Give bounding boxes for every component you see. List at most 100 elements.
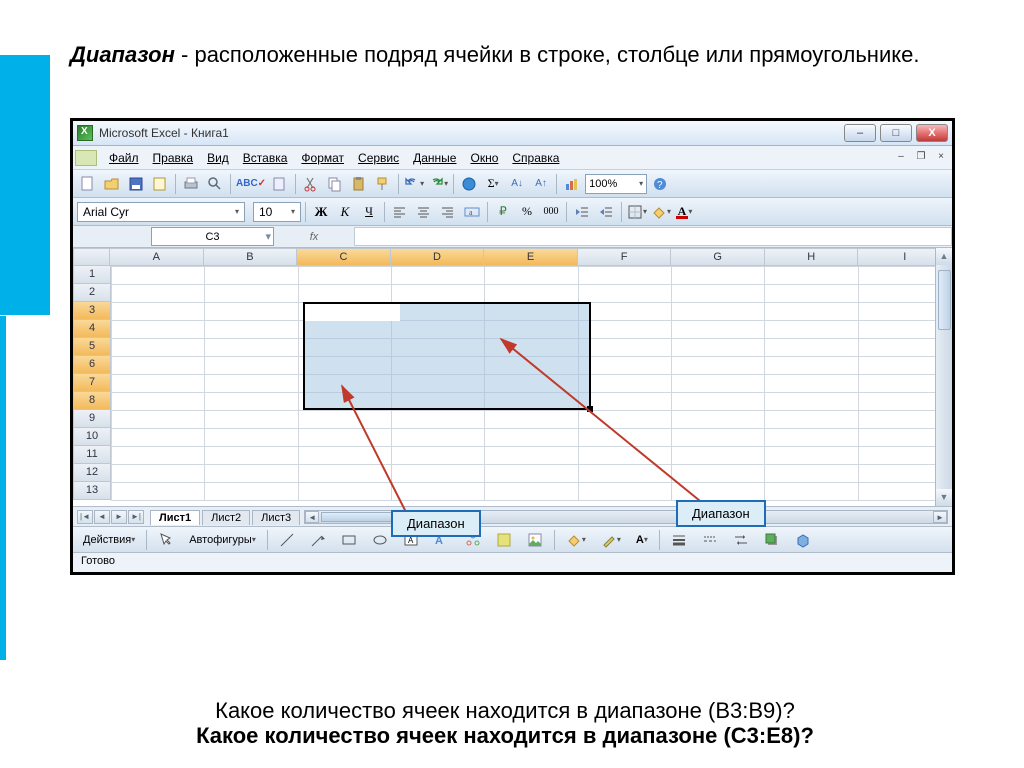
name-box[interactable]: C3▾ bbox=[151, 227, 274, 246]
line-button[interactable] bbox=[273, 530, 301, 550]
comma-button[interactable]: 000 bbox=[540, 201, 562, 223]
permissions-button[interactable] bbox=[149, 173, 171, 195]
new-button[interactable] bbox=[77, 173, 99, 195]
row-header-10[interactable]: 10 bbox=[73, 428, 111, 446]
sheet-tab-2[interactable]: Лист2 bbox=[202, 510, 250, 525]
help-button[interactable]: ? bbox=[649, 173, 671, 195]
menu-service[interactable]: Сервис bbox=[352, 149, 405, 167]
hyperlink-button[interactable] bbox=[458, 173, 480, 195]
line-color-button[interactable]: ▾ bbox=[595, 530, 627, 550]
hscroll-left[interactable]: ◄ bbox=[305, 511, 319, 523]
menu-insert[interactable]: Вставка bbox=[237, 149, 294, 167]
col-header-H[interactable]: H bbox=[765, 248, 859, 266]
save-button[interactable] bbox=[125, 173, 147, 195]
col-header-B[interactable]: B bbox=[204, 248, 298, 266]
arrow-button[interactable] bbox=[304, 530, 332, 550]
cut-button[interactable] bbox=[300, 173, 322, 195]
autoshapes-menu[interactable]: Автофигуры ▾ bbox=[183, 530, 262, 550]
col-header-E[interactable]: E bbox=[484, 248, 578, 266]
minimize-button[interactable]: – bbox=[844, 124, 876, 142]
row-header-8[interactable]: 8 bbox=[73, 392, 111, 410]
tab-nav-prev[interactable]: ◄ bbox=[94, 510, 110, 524]
scroll-up-button[interactable]: ▲ bbox=[936, 248, 952, 265]
font-size-combo[interactable]: 10▾ bbox=[253, 202, 301, 222]
print-preview-button[interactable] bbox=[204, 173, 226, 195]
row-header-3[interactable]: 3 bbox=[73, 302, 111, 320]
row-header-1[interactable]: 1 bbox=[73, 266, 111, 284]
underline-button[interactable]: Ч bbox=[358, 201, 380, 223]
zoom-combo[interactable]: 100%▾ bbox=[585, 174, 647, 194]
tab-nav-first[interactable]: |◄ bbox=[77, 510, 93, 524]
row-headers[interactable]: 12345678910111213 bbox=[73, 266, 111, 501]
select-objects-button[interactable] bbox=[152, 530, 180, 550]
fill-color-draw[interactable]: ▾ bbox=[560, 530, 592, 550]
vertical-scrollbar[interactable]: ▲ ▼ bbox=[935, 248, 952, 506]
percent-button[interactable]: % bbox=[516, 201, 538, 223]
menu-edit[interactable]: Правка bbox=[147, 149, 200, 167]
font-name-combo[interactable]: Arial Cyr▾ bbox=[77, 202, 245, 222]
close-button[interactable]: X bbox=[916, 124, 948, 142]
line-style-button[interactable] bbox=[665, 530, 693, 550]
row-header-5[interactable]: 5 bbox=[73, 338, 111, 356]
menu-format[interactable]: Формат bbox=[295, 149, 350, 167]
doc-close-button[interactable]: × bbox=[932, 151, 950, 165]
row-header-6[interactable]: 6 bbox=[73, 356, 111, 374]
align-left-button[interactable] bbox=[389, 201, 411, 223]
insert-picture-button[interactable] bbox=[521, 530, 549, 550]
sheet-tab-1[interactable]: Лист1 bbox=[150, 510, 200, 525]
col-header-G[interactable]: G bbox=[671, 248, 765, 266]
redo-button[interactable]: ▾ bbox=[427, 173, 449, 195]
row-header-9[interactable]: 9 bbox=[73, 410, 111, 428]
3d-button[interactable] bbox=[789, 530, 817, 550]
clipart-button[interactable] bbox=[490, 530, 518, 550]
doc-minimize-button[interactable]: – bbox=[892, 151, 910, 165]
fx-label[interactable]: fx bbox=[274, 231, 354, 243]
hscroll-right[interactable]: ► bbox=[933, 511, 947, 523]
borders-button[interactable]: ▾ bbox=[626, 201, 648, 223]
column-headers[interactable]: ABCDEFGHI bbox=[73, 248, 952, 266]
tab-nav-last[interactable]: ►| bbox=[128, 510, 144, 524]
actions-menu[interactable]: Действия ▾ bbox=[77, 530, 141, 550]
copy-button[interactable] bbox=[324, 173, 346, 195]
font-color-button[interactable]: A▾ bbox=[674, 201, 696, 223]
autosum-button[interactable]: Σ▾ bbox=[482, 173, 504, 195]
formula-input[interactable] bbox=[354, 227, 952, 246]
shadow-button[interactable] bbox=[758, 530, 786, 550]
col-header-D[interactable]: D bbox=[391, 248, 485, 266]
merge-center-button[interactable]: a bbox=[461, 201, 483, 223]
doc-restore-button[interactable]: ❐ bbox=[912, 151, 930, 165]
bold-button[interactable]: Ж bbox=[310, 201, 332, 223]
paste-button[interactable] bbox=[348, 173, 370, 195]
research-button[interactable] bbox=[269, 173, 291, 195]
worksheet-grid[interactable]: ABCDEFGHI 12345678910111213 ▲ ▼ bbox=[73, 248, 952, 506]
font-color-draw[interactable]: A▾ bbox=[630, 530, 654, 550]
print-button[interactable] bbox=[180, 173, 202, 195]
dash-style-button[interactable] bbox=[696, 530, 724, 550]
align-center-button[interactable] bbox=[413, 201, 435, 223]
format-painter-button[interactable] bbox=[372, 173, 394, 195]
undo-button[interactable]: ▾ bbox=[403, 173, 425, 195]
row-header-11[interactable]: 11 bbox=[73, 446, 111, 464]
open-button[interactable] bbox=[101, 173, 123, 195]
oval-button[interactable] bbox=[366, 530, 394, 550]
fill-color-button[interactable]: ▾ bbox=[650, 201, 672, 223]
sort-asc-button[interactable]: A↓ bbox=[506, 173, 528, 195]
scroll-thumb[interactable] bbox=[938, 270, 951, 330]
sheet-tab-3[interactable]: Лист3 bbox=[252, 510, 300, 525]
spelling-button[interactable]: ABC✓ bbox=[235, 173, 267, 195]
row-header-13[interactable]: 13 bbox=[73, 482, 111, 500]
col-header-A[interactable]: A bbox=[110, 248, 204, 266]
col-header-C[interactable]: C bbox=[297, 248, 391, 266]
increase-indent-button[interactable] bbox=[571, 201, 593, 223]
decrease-indent-button[interactable] bbox=[595, 201, 617, 223]
scroll-down-button[interactable]: ▼ bbox=[936, 489, 952, 506]
align-right-button[interactable] bbox=[437, 201, 459, 223]
tab-nav-next[interactable]: ► bbox=[111, 510, 127, 524]
maximize-button[interactable]: □ bbox=[880, 124, 912, 142]
row-header-12[interactable]: 12 bbox=[73, 464, 111, 482]
menu-help[interactable]: Справка bbox=[506, 149, 565, 167]
arrow-style-button[interactable] bbox=[727, 530, 755, 550]
col-header-F[interactable]: F bbox=[578, 248, 672, 266]
cells-area[interactable] bbox=[111, 266, 952, 501]
row-header-2[interactable]: 2 bbox=[73, 284, 111, 302]
